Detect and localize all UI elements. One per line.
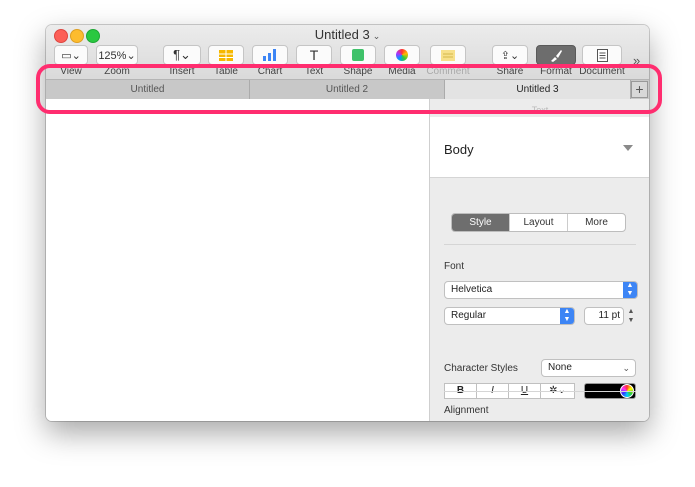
media-button[interactable]	[384, 45, 420, 65]
tab-label: Untitled 3	[516, 84, 559, 95]
tab-label: Untitled	[130, 84, 165, 95]
character-styles-value: None	[548, 362, 572, 373]
tab-untitled-3[interactable]: Untitled 3	[445, 80, 631, 99]
app-window: Untitled 3 ⌄ ▭⌄ 125%⌄ ¶⌄ T ⇪⌄ » View Zoo…	[46, 25, 649, 421]
paragraph-style-name: Body	[444, 142, 474, 157]
text-button[interactable]: T	[296, 45, 332, 65]
font-size-stepper[interactable]: ▲ ▼	[626, 307, 636, 325]
tab-label: Untitled 2	[325, 84, 369, 95]
font-weight-select[interactable]: Regular ▲ ▼	[444, 307, 575, 325]
paintbrush-icon	[551, 49, 562, 62]
segment-label: Style	[469, 217, 492, 228]
document-canvas[interactable]	[46, 99, 429, 421]
view-button[interactable]: ▭⌄	[54, 45, 88, 65]
font-size-value: 11 pt	[598, 310, 621, 321]
chart-button[interactable]	[252, 45, 288, 65]
document-button[interactable]	[582, 45, 622, 65]
segment-layout[interactable]: Layout	[510, 214, 568, 231]
font-size-field[interactable]: 11 pt	[584, 307, 624, 325]
zoom-label: Zoom	[104, 66, 130, 77]
share-icon: ⇪⌄	[500, 49, 520, 62]
sidebar-view-icon: ▭⌄	[61, 49, 81, 62]
shape-button[interactable]	[340, 45, 376, 65]
font-family-value: Helvetica	[451, 284, 493, 295]
font-weight-value: Regular	[451, 310, 487, 321]
insert-button[interactable]: ¶⌄	[163, 45, 201, 65]
font-family-select[interactable]: Helvetica ▲ ▼	[444, 281, 638, 299]
plus-icon: +	[635, 81, 644, 97]
font-section-label: Font	[444, 261, 465, 272]
chevron-down-icon: ⌄	[372, 31, 381, 41]
updown-arrows-icon: ▲ ▼	[560, 308, 574, 324]
chart-icon	[263, 49, 276, 61]
toolbar-overflow-icon[interactable]: »	[633, 53, 640, 68]
comment-icon	[441, 49, 455, 61]
shape-icon	[352, 49, 364, 61]
divider	[444, 391, 636, 392]
table-button[interactable]	[208, 45, 244, 65]
window-title-text: Untitled 3	[314, 27, 370, 42]
disclosure-triangle-icon[interactable]	[623, 145, 633, 151]
zoom-button-menu[interactable]: 125%⌄	[96, 45, 138, 65]
segment-style[interactable]: Style	[452, 214, 510, 231]
sidebar-tab-text[interactable]: Text	[430, 105, 649, 115]
tab-bar: Untitled Untitled 2 Untitled 3 +	[46, 79, 649, 100]
comment-button[interactable]	[430, 45, 466, 65]
segment-more[interactable]: More	[568, 214, 625, 231]
chevron-down-icon: ⌄	[622, 363, 630, 373]
segment-label: More	[585, 217, 608, 228]
format-button[interactable]	[536, 45, 576, 65]
zoom-value: 125%⌄	[98, 49, 136, 62]
share-button[interactable]: ⇪⌄	[492, 45, 528, 65]
document-icon	[596, 48, 608, 62]
updown-arrows-icon: ▲ ▼	[623, 282, 637, 298]
format-sidebar: Text Body Style Layout More Font Helveti…	[429, 99, 649, 421]
segment-label: Layout	[523, 217, 554, 228]
alignment-label: Alignment	[444, 405, 489, 416]
character-styles-select[interactable]: None ⌄	[541, 359, 636, 377]
sidebar-segmented-control: Style Layout More	[451, 213, 626, 232]
document-label: Document	[579, 66, 625, 77]
character-styles-label: Character Styles	[444, 363, 518, 374]
table-icon	[219, 49, 233, 61]
divider	[444, 244, 636, 245]
pilcrow-icon: ¶⌄	[173, 47, 191, 62]
comment-label: Comment	[426, 66, 470, 77]
media-icon	[396, 49, 408, 61]
tab-untitled-2[interactable]: Untitled 2	[250, 80, 445, 99]
text-icon: T	[309, 47, 319, 63]
window-title[interactable]: Untitled 3 ⌄	[46, 27, 649, 42]
new-tab-button[interactable]: +	[631, 81, 648, 98]
tab-untitled[interactable]: Untitled	[46, 80, 250, 99]
